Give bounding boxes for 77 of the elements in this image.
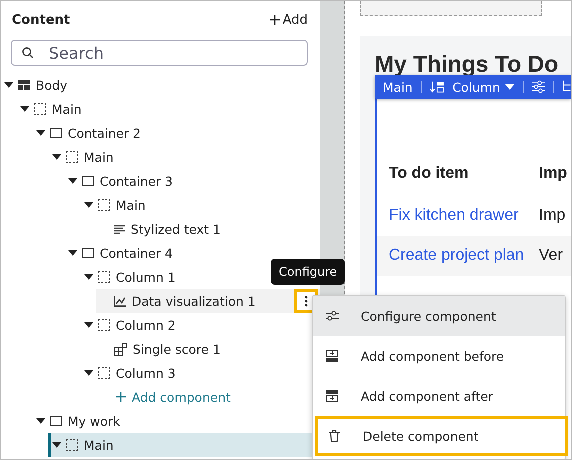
insert-below-icon	[326, 390, 339, 402]
add-component-link[interactable]: Add component	[116, 390, 231, 404]
layout-icon	[18, 80, 30, 90]
page-heading: My Things To Do	[375, 52, 560, 79]
tree-item-label: Container 3	[100, 174, 174, 188]
square-icon	[82, 176, 94, 186]
add-button[interactable]: Add	[270, 12, 308, 28]
tree-item-label: Stylized text 1	[131, 222, 221, 236]
square-icon	[82, 248, 94, 258]
sliders-icon	[326, 311, 339, 321]
square-icon	[50, 128, 62, 138]
caret-icon[interactable]	[52, 152, 62, 162]
dashed-square-icon	[66, 151, 78, 163]
menu-item[interactable]: Configure component	[313, 296, 565, 336]
caret-icon[interactable]	[84, 320, 94, 330]
dashed-square-icon	[98, 367, 110, 379]
tree-item-label: Column 3	[116, 366, 176, 380]
task-link[interactable]: Fix kitchen drawer	[389, 207, 539, 225]
square-icon	[50, 416, 62, 426]
caret-icon[interactable]	[84, 368, 94, 378]
tree-item-label: Container 2	[68, 126, 142, 140]
search-field[interactable]: Search	[11, 40, 308, 66]
tree-row[interactable]: Main	[48, 145, 320, 169]
layout-dropdown[interactable]: Column	[452, 80, 516, 94]
region-label: Main	[383, 80, 413, 94]
dashed-square-icon	[66, 439, 78, 451]
trash-icon	[328, 430, 341, 442]
tree-row[interactable]: Data visualization 1	[96, 289, 320, 313]
plus-icon	[270, 15, 280, 25]
menu-item[interactable]: Delete component	[315, 416, 568, 456]
dashed-square-icon	[98, 199, 110, 211]
tree-row[interactable]: Container 3	[64, 169, 320, 193]
column-header: Imp	[539, 165, 568, 183]
tree-item-label: Body	[36, 78, 68, 92]
sliders-icon[interactable]	[532, 80, 546, 94]
panel-title: Content	[12, 12, 70, 28]
tree-row[interactable]: Body	[1, 73, 320, 97]
tree-item-label: Container 4	[100, 246, 174, 260]
caret-icon[interactable]	[84, 200, 94, 210]
text-lines-icon	[114, 224, 125, 234]
tree-item-label: Main	[52, 102, 82, 116]
insert-above-icon	[326, 350, 339, 362]
caret-icon[interactable]	[20, 104, 30, 114]
tree-item-label: Column 1	[116, 270, 176, 284]
caret-icon[interactable]	[68, 176, 78, 186]
dashed-square-icon	[98, 271, 110, 283]
table-cell: Ver	[539, 247, 564, 265]
tree-item-label: Main	[84, 438, 114, 452]
tree-row[interactable]: Main	[80, 193, 320, 217]
plus-icon	[116, 392, 126, 402]
tree-item-label: Column 2	[116, 318, 176, 332]
column-header: To do item	[389, 165, 470, 183]
tree-row[interactable]: Stylized text 1	[96, 217, 320, 241]
line-chart-icon	[114, 296, 126, 306]
sort-layout-icon[interactable]	[430, 80, 445, 94]
caret-icon[interactable]	[36, 128, 46, 138]
tree-item-label: Main	[116, 198, 146, 212]
tree-row[interactable]: Main	[16, 97, 320, 121]
task-link[interactable]: Create project plan	[389, 247, 539, 265]
hierarchy-icon[interactable]	[562, 80, 571, 94]
tree-row[interactable]: Container 2	[32, 121, 320, 145]
search-icon	[22, 47, 34, 59]
dashed-square-icon	[98, 319, 110, 331]
dashed-square-icon	[34, 103, 46, 115]
caret-icon[interactable]	[52, 440, 62, 450]
tree-item-label: Main	[84, 150, 114, 164]
grid-squares-icon	[114, 342, 127, 356]
caret-icon[interactable]	[84, 272, 94, 282]
tree-item-label: Data visualization 1	[132, 294, 256, 308]
tree-item-label: Single score 1	[133, 342, 221, 356]
tree-item-label: My work	[68, 414, 120, 428]
caret-icon[interactable]	[4, 80, 14, 90]
more-vertical-icon	[304, 296, 308, 306]
caret-icon[interactable]	[36, 416, 46, 426]
caret-icon[interactable]	[68, 248, 78, 258]
tooltip: Configure	[271, 259, 346, 285]
table-cell: Imp	[539, 207, 566, 225]
